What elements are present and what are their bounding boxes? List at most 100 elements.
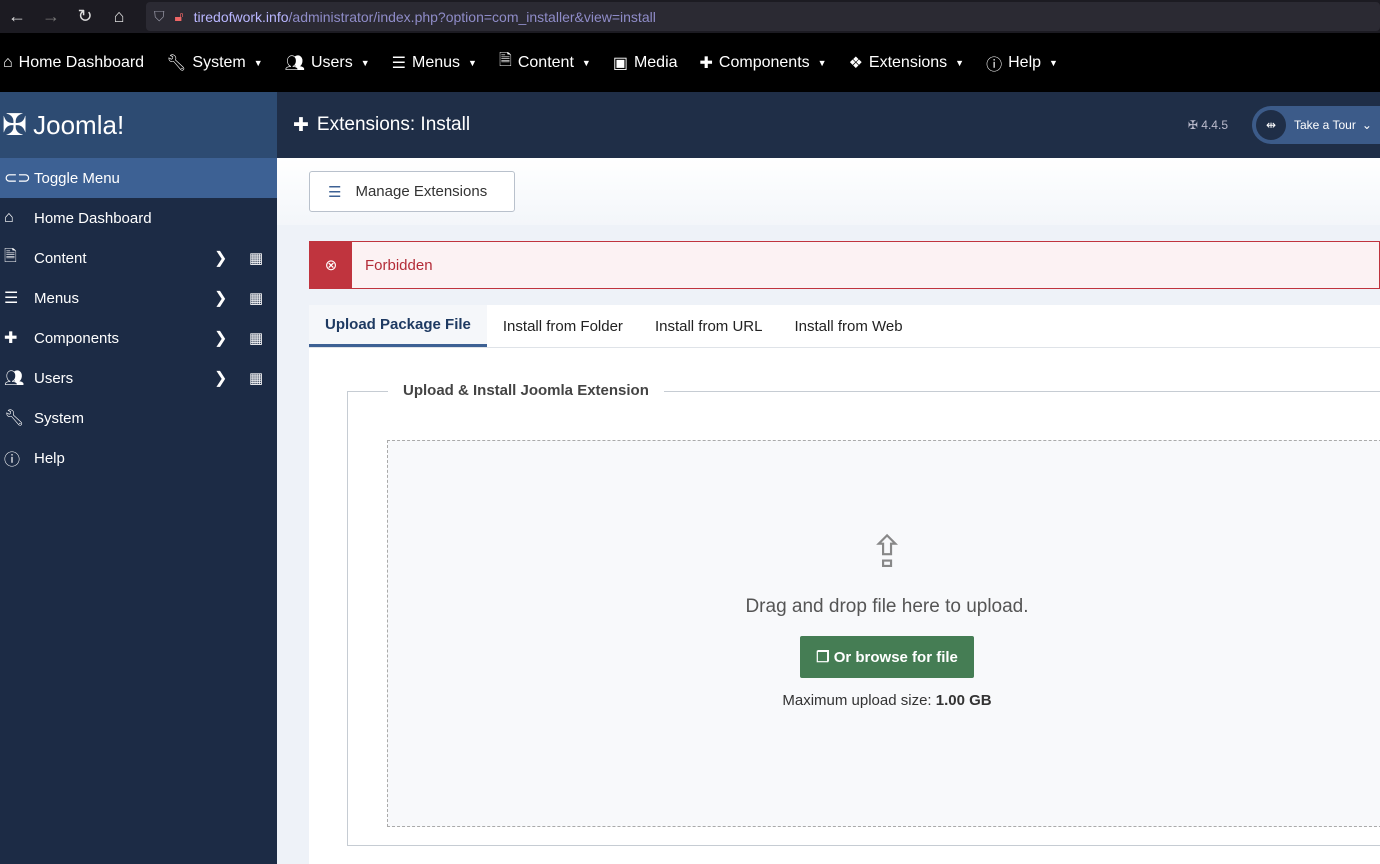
back-icon[interactable]: ←: [0, 6, 34, 27]
file-icon: 🗎: [4, 247, 17, 265]
sidebar-item-components[interactable]: ✚ Components ❯ ▦: [0, 318, 277, 358]
joomla-icon: ✠: [2, 108, 28, 142]
caret-down-icon: ▼: [955, 57, 965, 68]
list-icon: ☰: [4, 290, 19, 307]
users-icon: 👥︎: [4, 370, 25, 387]
label: Content: [34, 249, 87, 267]
home-icon: ⌂: [4, 209, 14, 226]
topnav-content[interactable]: 🗎 Content ▼: [499, 49, 591, 76]
sidebar-item-system[interactable]: 🔧︎ System: [0, 398, 277, 438]
puzzle-icon: ✚: [4, 330, 18, 347]
caret-down-icon: ▼: [360, 57, 370, 68]
home-icon: ⌂: [3, 53, 13, 71]
tab-install-from-web[interactable]: Install from Web: [778, 305, 918, 347]
topnav-home-dashboard[interactable]: ⌂ Home Dashboard: [3, 54, 144, 72]
image-icon: ▣: [612, 54, 628, 72]
drop-text: Drag and drop file here to upload.: [745, 596, 1029, 617]
tab-upload-package-file[interactable]: Upload Package File: [309, 305, 487, 347]
version-badge: ✠ 4.4.5: [1188, 118, 1228, 132]
tab-install-from-url[interactable]: Install from URL: [639, 305, 779, 347]
page-header: ✚ Extensions: Install ✠ 4.4.5 ⇹ Take a Tou…: [277, 92, 1380, 158]
tour-label: Take a Tour: [1294, 118, 1356, 132]
label: System: [192, 53, 246, 71]
chevron-right-icon[interactable]: ❯: [214, 248, 227, 268]
shield-icon: ⛉: [154, 8, 165, 24]
label: Help: [34, 449, 65, 467]
sidebar-item-home-dashboard[interactable]: ⌂ Home Dashboard: [0, 198, 277, 238]
caret-down-icon: ▼: [817, 57, 827, 68]
label: Menus: [34, 289, 80, 307]
error-alert: ⊗ Forbidden: [309, 241, 1380, 289]
take-a-tour-button[interactable]: ⇹ Take a Tour ⌄: [1252, 106, 1380, 144]
dashboard-grid-icon[interactable]: ▦: [249, 289, 263, 307]
label: Home Dashboard: [34, 209, 152, 227]
label: Components: [34, 329, 120, 347]
manage-extensions-button[interactable]: ☰ Manage Extensions: [309, 171, 515, 212]
dashboard-grid-icon[interactable]: ▦: [249, 369, 263, 387]
install-panel: Upload Package File Install from Folder …: [309, 305, 1380, 864]
topnav-system[interactable]: 🔧︎ System ▼: [166, 53, 263, 73]
caret-down-icon: ▼: [253, 57, 263, 68]
chevron-right-icon[interactable]: ❯: [214, 368, 227, 388]
puzzle-icon: ✚: [293, 114, 309, 136]
cubes-icon: ❖: [848, 54, 863, 72]
upload-icon: ⇪: [868, 528, 906, 577]
label: Users: [310, 53, 353, 71]
sidebar-toggle-menu[interactable]: ⊂⊃ Toggle Menu: [0, 158, 277, 198]
topnav-menus[interactable]: ☰ Menus ▼: [392, 53, 477, 73]
max-value: 1.00 GB: [935, 692, 992, 709]
browse-file-button[interactable]: ❐ Or browse for file: [800, 636, 974, 678]
sidebar-item-help[interactable]: ⓘ Help: [0, 438, 277, 478]
file-icon: 🗎: [498, 52, 512, 69]
insecure-lock-icon: 🔓︎: [174, 8, 184, 24]
toolbar: ☰ Manage Extensions: [277, 158, 1380, 225]
topnav-help[interactable]: ⓘ Help ▼: [986, 51, 1058, 75]
wrench-icon: 🔧︎: [4, 410, 25, 427]
dashboard-grid-icon[interactable]: ▦: [249, 249, 263, 267]
max-upload-size: Maximum upload size: 1.00 GB: [388, 692, 1380, 709]
info-icon: ⓘ: [986, 56, 1003, 74]
info-icon: ⓘ: [4, 452, 21, 469]
drop-zone[interactable]: ⇪ Drag and drop file here to upload. ❐ O…: [387, 440, 1380, 827]
signpost-icon: ⇹: [1256, 110, 1286, 140]
error-circle-icon: ⊗: [310, 242, 352, 288]
forward-icon[interactable]: →: [34, 6, 68, 27]
version-text: 4.4.5: [1201, 118, 1228, 132]
tab-install-from-folder[interactable]: Install from Folder: [487, 305, 639, 347]
sidebar-item-content[interactable]: 🗎 Content ❯ ▦: [0, 238, 277, 278]
page-title: ✚ Extensions: Install: [293, 114, 470, 137]
topnav-extensions[interactable]: ❖ Extensions ▼: [849, 53, 965, 73]
wrench-icon: 🔧︎: [166, 54, 187, 72]
chevron-right-icon[interactable]: ❯: [214, 288, 227, 308]
topnav-media[interactable]: ▣ Media: [613, 53, 678, 73]
toggle-icon: ⊂⊃: [4, 170, 31, 187]
logo-text: Joomla!: [33, 109, 125, 140]
install-tabs: Upload Package File Install from Folder …: [309, 305, 1380, 348]
button-label: Manage Extensions: [355, 183, 488, 200]
sidebar: ✠ Joomla! ⊂⊃ Toggle Menu ⌂ Home Dashboard 🗎…: [0, 92, 277, 864]
upload-fieldset: Upload & Install Joomla Extension ⇪ Drag…: [347, 382, 1380, 846]
dashboard-grid-icon[interactable]: ▦: [249, 329, 263, 347]
label: Home Dashboard: [18, 53, 145, 71]
copy-icon: ❐: [816, 649, 830, 666]
label: Help: [1008, 53, 1042, 71]
joomla-icon: ✠: [1187, 118, 1198, 132]
reload-icon[interactable]: ↻: [68, 6, 102, 27]
sidebar-item-menus[interactable]: ☰ Menus ❯ ▦: [0, 278, 277, 318]
label: Menus: [412, 53, 461, 71]
label: Components: [718, 53, 810, 71]
joomla-logo[interactable]: ✠ Joomla!: [0, 92, 277, 158]
main-content: ☰ Manage Extensions ⊗ Forbidden Upload Pa…: [277, 158, 1380, 864]
sidebar-item-users[interactable]: 👥︎ Users ❯ ▦: [0, 358, 277, 398]
topnav-components[interactable]: ✚ Components ▼: [700, 53, 827, 73]
caret-down-icon: ▼: [581, 57, 591, 68]
topnav-users[interactable]: 👥︎ Users ▼: [285, 53, 370, 73]
alert-message: Forbidden: [365, 256, 433, 274]
url-path: /administrator/index.php?option=com_inst…: [288, 8, 656, 25]
url-bar[interactable]: ⛉ 🔓︎ tiredofwork.info/administrator/inde…: [146, 2, 1380, 31]
caret-down-icon: ▼: [468, 57, 477, 68]
url-domain: tiredofwork.info: [193, 8, 289, 25]
home-icon[interactable]: ⌂: [102, 6, 136, 27]
chevron-right-icon[interactable]: ❯: [214, 328, 227, 348]
label: Media: [633, 53, 678, 71]
